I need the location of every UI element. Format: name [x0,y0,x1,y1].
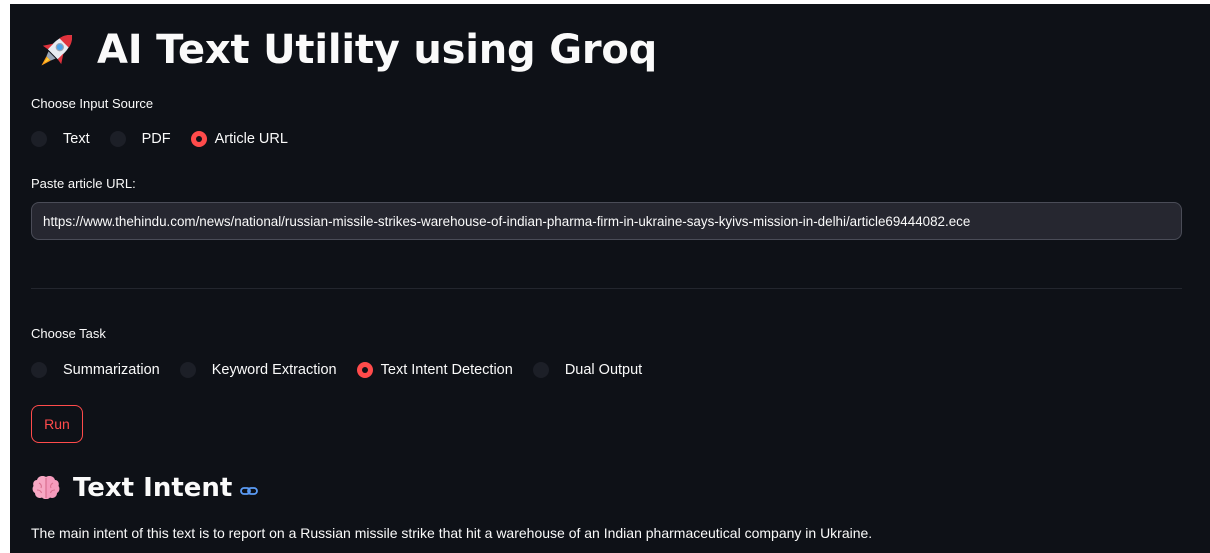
radio-pdf[interactable]: PDF [109,131,171,147]
anchor-link-icon[interactable] [240,485,259,497]
radio-pdf-label[interactable]: PDF [142,131,171,147]
radio-text-circle[interactable] [31,131,47,147]
radio-text-intent-detection-label[interactable]: Text Intent Detection [381,362,513,378]
radio-dual-output-circle[interactable] [532,362,549,378]
radio-text-intent-detection[interactable]: Text Intent Detection [356,362,513,378]
page-title: AI Text Utility using Groq [33,26,657,74]
radio-keyword-extraction[interactable]: Keyword Extraction [179,362,337,378]
radio-dual-output[interactable]: Dual Output [532,362,642,378]
radio-pdf-circle[interactable] [109,131,126,147]
radio-dual-output-label[interactable]: Dual Output [565,362,642,378]
radio-article-url-label[interactable]: Article URL [215,131,288,147]
section-divider [31,288,1182,289]
url-field-label: Paste article URL: [31,176,136,191]
run-button[interactable]: Run [31,405,83,443]
input-source-radio-group: Text PDF Article URL [31,131,308,147]
radio-summarization-label[interactable]: Summarization [63,362,160,378]
article-url-input[interactable]: https://www.thehindu.com/news/national/r… [31,202,1182,240]
radio-text-intent-detection-circle[interactable] [356,362,373,378]
radio-keyword-extraction-circle[interactable] [179,362,196,378]
radio-summarization[interactable]: Summarization [31,362,160,378]
result-text: The main intent of this text is to repor… [31,525,873,541]
radio-keyword-extraction-label[interactable]: Keyword Extraction [212,362,337,378]
radio-summarization-circle[interactable] [31,362,47,378]
radio-article-url[interactable]: Article URL [190,131,288,147]
result-heading: Text Intent [31,473,259,503]
task-label: Choose Task [31,326,106,341]
app-container: AI Text Utility using Groq Choose Input … [10,4,1210,553]
task-radio-group: Summarization Keyword Extraction Text In… [31,362,662,378]
radio-article-url-circle[interactable] [190,131,207,147]
rocket-icon [41,34,73,66]
radio-text-label[interactable]: Text [63,131,90,147]
radio-text[interactable]: Text [31,131,90,147]
input-source-label: Choose Input Source [31,96,154,111]
result-title: Text Intent [73,473,233,503]
brain-icon [32,476,60,500]
app-title: AI Text Utility using Groq [97,27,658,73]
